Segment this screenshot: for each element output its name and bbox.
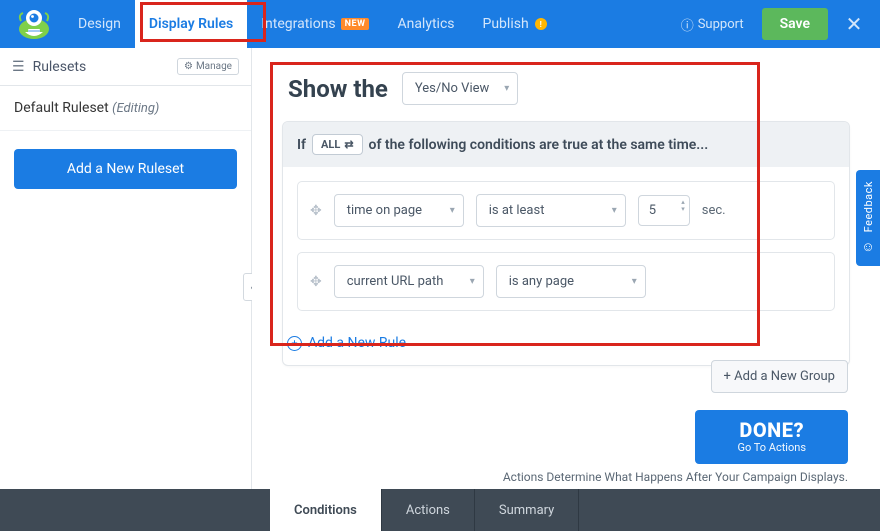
manage-label: Manage <box>196 61 232 72</box>
done-subtitle: Go To Actions <box>737 441 806 454</box>
chevron-down-icon: ▾ <box>632 276 637 287</box>
top-right: ⓘ Support Save ✕ <box>671 6 872 42</box>
nav-design-label: Design <box>78 16 121 32</box>
number-stepper[interactable]: ▴▾ <box>681 199 685 213</box>
done-button[interactable]: DONE? Go To Actions <box>695 410 848 464</box>
ruleset-editing-tag: (Editing) <box>112 101 159 116</box>
rule-value: 5 <box>649 203 656 218</box>
tab-conditions-label: Conditions <box>294 503 357 518</box>
close-button[interactable]: ✕ <box>836 6 872 42</box>
new-badge: NEW <box>341 18 370 30</box>
all-label: ALL <box>321 138 340 151</box>
body: ☰ Rulesets ⚙ Manage Default Ruleset (Edi… <box>0 48 880 531</box>
nav-integrations-label: Integrations <box>261 16 335 32</box>
rule-operator-value: is any page <box>509 274 574 289</box>
nav-analytics[interactable]: Analytics <box>383 0 468 48</box>
all-any-toggle[interactable]: ALL ⇄ <box>312 134 363 155</box>
nav-analytics-label: Analytics <box>397 16 454 32</box>
ruleset-item-default[interactable]: Default Ruleset (Editing) <box>0 86 251 131</box>
nav-display-rules-label: Display Rules <box>149 16 233 32</box>
rule-field-select[interactable]: time on page ▾ <box>334 194 464 227</box>
condition-suffix: of the following conditions are true at … <box>369 137 709 153</box>
rule-field-value: current URL path <box>347 274 444 289</box>
ruleset-name: Default Ruleset <box>14 100 109 116</box>
if-label: If <box>297 137 306 153</box>
add-rule-button[interactable]: + Add a New Rule <box>283 325 849 365</box>
chevron-down-icon: ▾ <box>504 83 509 94</box>
rule-operator-value: is at least <box>489 203 545 218</box>
rule-operator-select[interactable]: is at least ▾ <box>476 194 626 227</box>
alert-badge-icon: ! <box>535 18 547 30</box>
tab-summary[interactable]: Summary <box>475 489 579 531</box>
save-button[interactable]: Save <box>762 8 828 40</box>
chevron-down-icon: ▾ <box>450 205 455 216</box>
sidebar-title: Rulesets <box>33 59 87 75</box>
nav-design[interactable]: Design <box>64 0 135 48</box>
feedback-label: Feedback <box>862 181 875 232</box>
close-icon: ✕ <box>846 12 863 36</box>
tab-summary-label: Summary <box>499 503 554 518</box>
top-nav: Design Display Rules Integrations NEW An… <box>64 0 561 48</box>
chevron-down-icon: ▾ <box>470 276 475 287</box>
rule-field-select[interactable]: current URL path ▾ <box>334 265 484 298</box>
support-link[interactable]: ⓘ Support <box>671 15 754 34</box>
rule-operator-select[interactable]: is any page ▾ <box>496 265 646 298</box>
sidebar: ☰ Rulesets ⚙ Manage Default Ruleset (Edi… <box>0 48 252 531</box>
rule-group: If ALL ⇄ of the following conditions are… <box>282 121 850 366</box>
nav-publish-label: Publish <box>483 16 529 32</box>
tab-actions-label: Actions <box>406 503 450 518</box>
done-title: DONE? <box>737 420 806 441</box>
actions-note: Actions Determine What Happens After You… <box>503 470 848 484</box>
view-select-value: Yes/No View <box>415 81 489 96</box>
main-panel: Show the Yes/No View ▾ If ALL ⇄ of the f… <box>252 48 880 531</box>
add-rule-label: Add a New Rule <box>308 335 406 351</box>
swap-icon: ⇄ <box>344 138 353 151</box>
feedback-tab[interactable]: Feedback ☺ <box>856 170 880 266</box>
support-label: Support <box>698 17 744 32</box>
help-icon: ⓘ <box>681 15 694 34</box>
show-the-row: Show the Yes/No View ▾ <box>288 72 850 105</box>
top-bar: Design Display Rules Integrations NEW An… <box>0 0 880 48</box>
nav-publish[interactable]: Publish ! <box>469 0 561 48</box>
rule-row: ✥ time on page ▾ is at least ▾ 5 ▴▾ <box>297 181 835 240</box>
gear-icon: ⚙ <box>184 61 193 72</box>
chevron-down-icon: ▾ <box>681 206 685 213</box>
rule-unit-label: sec. <box>702 203 726 218</box>
tab-conditions[interactable]: Conditions <box>270 489 382 531</box>
chat-icon: ☺ <box>861 239 874 255</box>
add-ruleset-button[interactable]: Add a New Ruleset <box>14 149 237 189</box>
brand-logo <box>12 2 56 46</box>
list-icon: ☰ <box>12 59 25 75</box>
chevron-down-icon: ▾ <box>612 205 617 216</box>
manage-button[interactable]: ⚙ Manage <box>177 58 239 75</box>
show-the-heading: Show the <box>288 75 388 103</box>
sidebar-header: ☰ Rulesets ⚙ Manage <box>0 48 251 86</box>
rule-value-input[interactable]: 5 ▴▾ <box>638 195 690 226</box>
bottom-tabs: Conditions Actions Summary <box>0 489 880 531</box>
tab-actions[interactable]: Actions <box>382 489 475 531</box>
nav-integrations[interactable]: Integrations NEW <box>247 0 383 48</box>
add-group-button[interactable]: + Add a New Group <box>711 360 848 393</box>
nav-display-rules[interactable]: Display Rules <box>135 0 247 48</box>
drag-handle-icon[interactable]: ✥ <box>310 203 322 219</box>
plus-circle-icon: + <box>287 336 302 351</box>
drag-handle-icon[interactable]: ✥ <box>310 274 322 290</box>
rule-group-header: If ALL ⇄ of the following conditions are… <box>283 122 849 167</box>
rule-field-value: time on page <box>347 203 422 218</box>
rule-row: ✥ current URL path ▾ is any page ▾ <box>297 252 835 311</box>
view-select[interactable]: Yes/No View ▾ <box>402 72 518 105</box>
